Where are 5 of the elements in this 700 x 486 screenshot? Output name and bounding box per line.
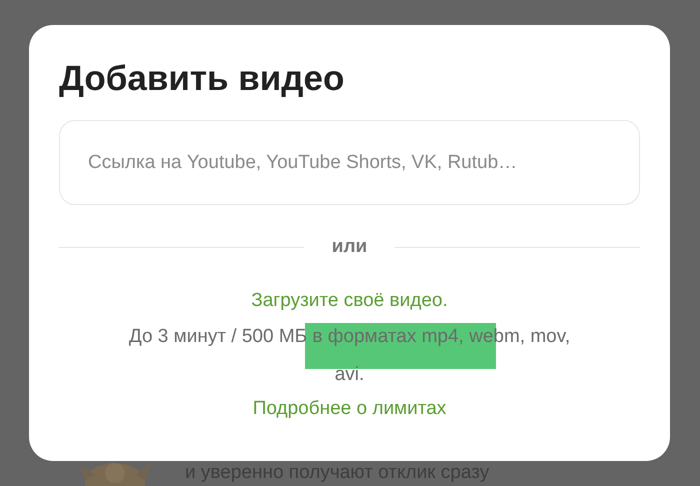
upload-link[interactable]: Загрузите своё видео. xyxy=(251,284,448,318)
dialog-title: Добавить видео xyxy=(59,58,346,100)
divider-label: или xyxy=(332,235,368,259)
link-field[interactable]: Ссылка на Youtube, YouTube Shorts, VK, Rutub… xyxy=(59,120,640,205)
limits-link[interactable]: Подробнее о лимитах xyxy=(252,394,446,424)
